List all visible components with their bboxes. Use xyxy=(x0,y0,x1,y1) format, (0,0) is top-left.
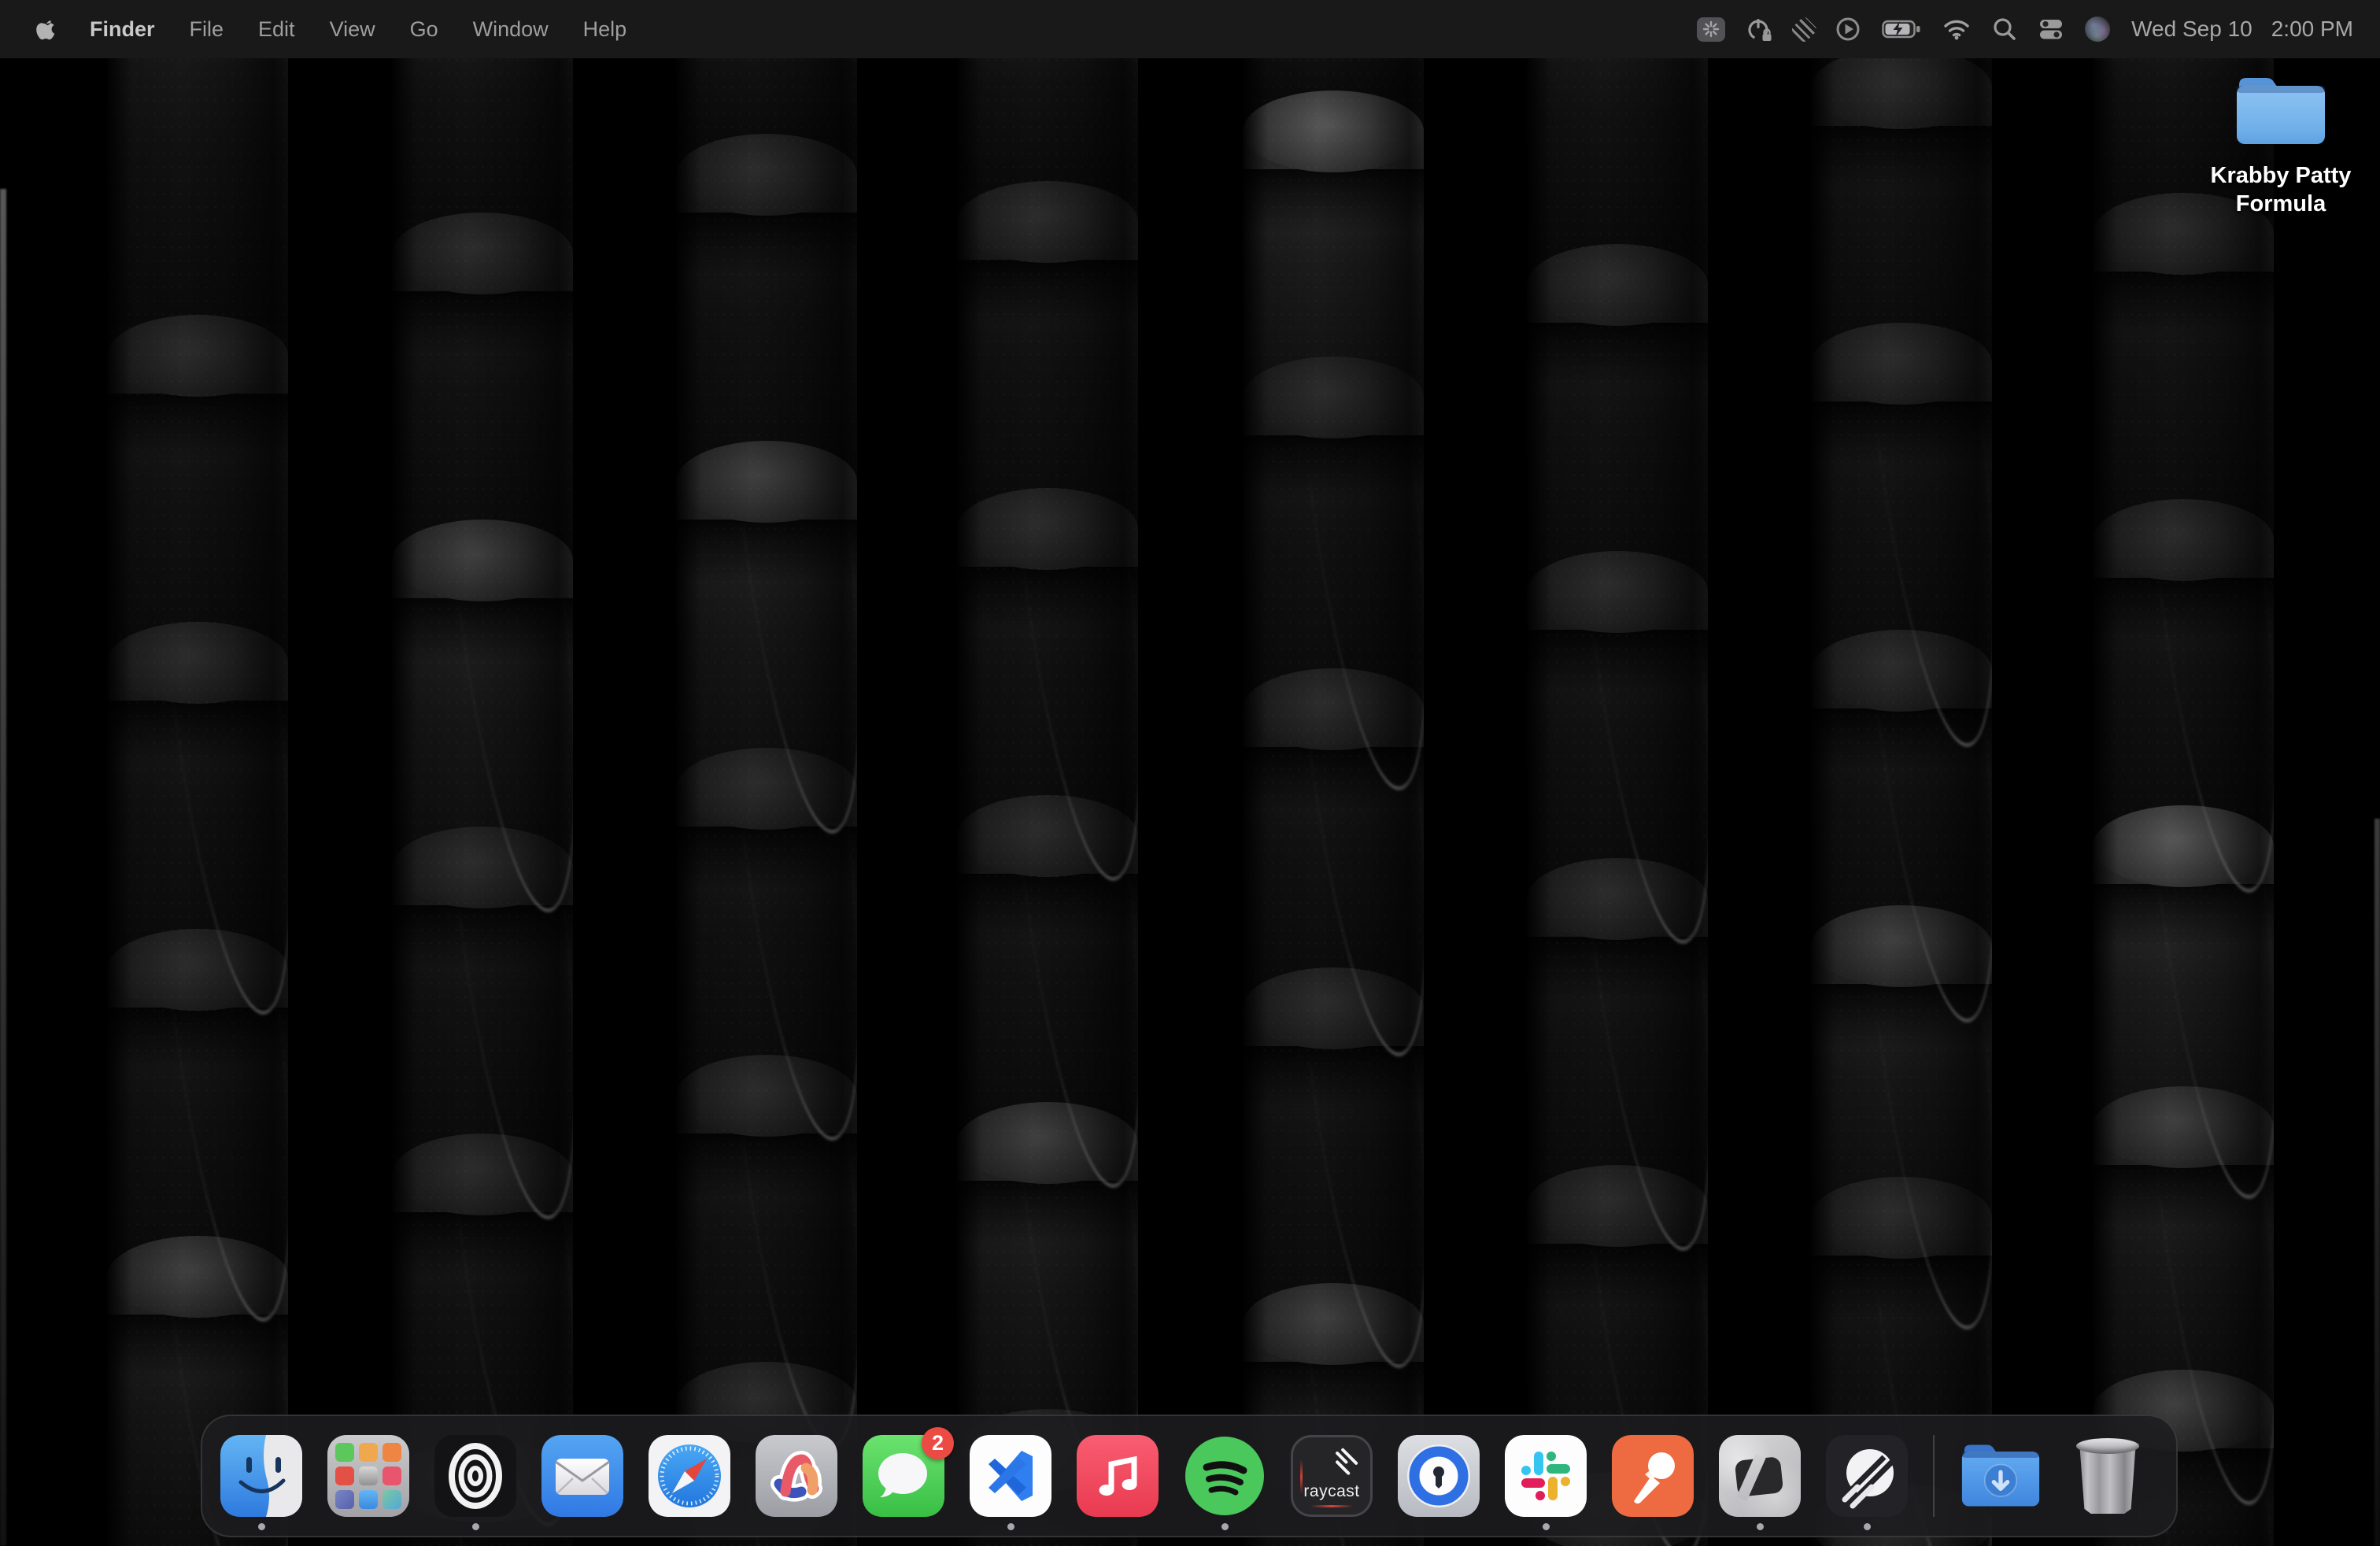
d-logo-icon xyxy=(1719,1435,1801,1517)
desktop-wallpaper xyxy=(0,0,2380,1546)
menubar-date[interactable]: Wed Sep 10 xyxy=(2131,17,2252,42)
vscode-icon xyxy=(970,1435,1051,1517)
dock-app-slack[interactable] xyxy=(1505,1435,1587,1517)
mail-icon xyxy=(541,1435,623,1517)
dock-app-linear[interactable] xyxy=(1826,1435,1908,1517)
slack-icon xyxy=(1505,1435,1587,1517)
apple-menu-icon[interactable] xyxy=(33,16,60,43)
menu-file[interactable]: File xyxy=(172,17,242,42)
wallpaper-column xyxy=(1527,0,1708,1546)
dock-app-1password[interactable] xyxy=(1398,1435,1480,1517)
wallpaper-column xyxy=(676,0,857,1546)
dock-app-vscode[interactable] xyxy=(970,1435,1051,1517)
dock-app-music[interactable] xyxy=(1077,1435,1159,1517)
dock-app-raycast[interactable]: raycast xyxy=(1291,1435,1373,1517)
finder-icon xyxy=(220,1435,302,1517)
arc-icon xyxy=(756,1435,837,1517)
wallpaper-column xyxy=(392,0,573,1546)
launchpad-icon xyxy=(327,1435,409,1517)
menubar-time[interactable]: 2:00 PM xyxy=(2271,17,2353,42)
dock-divider xyxy=(1933,1435,1935,1517)
screen-lock-icon[interactable] xyxy=(1746,16,1773,43)
dock: 2 xyxy=(201,1415,2178,1537)
dock-app-rings[interactable] xyxy=(434,1435,516,1517)
dock-app-finder[interactable] xyxy=(220,1435,302,1517)
striped-badge-icon[interactable] xyxy=(1791,15,1818,43)
menu-app-name[interactable]: Finder xyxy=(72,17,172,42)
desktop-folder-krabby-patty-formula[interactable]: Krabby Patty Formula xyxy=(2186,72,2375,218)
music-icon xyxy=(1077,1435,1159,1517)
dock-folder-downloads[interactable] xyxy=(1960,1435,2042,1517)
dock-app-mail[interactable] xyxy=(541,1435,623,1517)
downloads-folder-icon xyxy=(1960,1441,2042,1511)
folder-label: Krabby Patty Formula xyxy=(2186,161,2375,218)
spotify-icon xyxy=(1184,1435,1266,1517)
trash-icon xyxy=(2078,1438,2138,1514)
1password-icon xyxy=(1398,1435,1480,1517)
wallpaper-column xyxy=(2093,0,2274,1546)
menu-bar: Finder File Edit View Go Window Help xyxy=(0,0,2380,58)
menu-go[interactable]: Go xyxy=(393,17,456,42)
dock-app-d-logo[interactable] xyxy=(1719,1435,1801,1517)
wifi-icon[interactable] xyxy=(1942,18,1971,40)
dock-app-arc[interactable] xyxy=(756,1435,837,1517)
siri-icon[interactable] xyxy=(2085,17,2110,42)
dock-app-spotify[interactable] xyxy=(1184,1435,1266,1517)
control-center-icon[interactable] xyxy=(2038,17,2064,42)
menu-view[interactable]: View xyxy=(312,17,393,42)
spotlight-search-icon[interactable] xyxy=(1992,17,2017,42)
menu-window[interactable]: Window xyxy=(456,17,566,42)
linear-icon xyxy=(1826,1435,1908,1517)
play-circle-icon[interactable] xyxy=(1835,17,1861,42)
dock-app-postman[interactable] xyxy=(1612,1435,1694,1517)
dock-app-launchpad[interactable] xyxy=(327,1435,409,1517)
postman-icon xyxy=(1612,1435,1694,1517)
wallpaper-column xyxy=(1243,0,1424,1546)
starburst-icon[interactable] xyxy=(1697,17,1725,42)
desktop: Finder File Edit View Go Window Help xyxy=(0,0,2380,1546)
menu-edit[interactable]: Edit xyxy=(241,17,312,42)
dock-app-messages[interactable]: 2 xyxy=(863,1435,944,1517)
wallpaper-edge-left xyxy=(0,189,6,1546)
raycast-icon: raycast xyxy=(1291,1435,1373,1517)
wallpaper-column xyxy=(957,0,1138,1546)
raycast-label: raycast xyxy=(1293,1482,1370,1501)
notification-badge: 2 xyxy=(922,1427,954,1459)
dock-app-safari[interactable] xyxy=(649,1435,730,1517)
folder-icon xyxy=(2233,72,2329,150)
wallpaper-edge-right xyxy=(2374,819,2380,1546)
menu-help[interactable]: Help xyxy=(566,17,645,42)
safari-icon xyxy=(649,1435,730,1517)
battery-charging-icon[interactable] xyxy=(1882,18,1921,40)
concentric-rings-icon xyxy=(434,1435,516,1517)
dock-trash[interactable] xyxy=(2067,1435,2149,1517)
wallpaper-column xyxy=(107,0,288,1546)
wallpaper-column xyxy=(1811,0,1992,1546)
